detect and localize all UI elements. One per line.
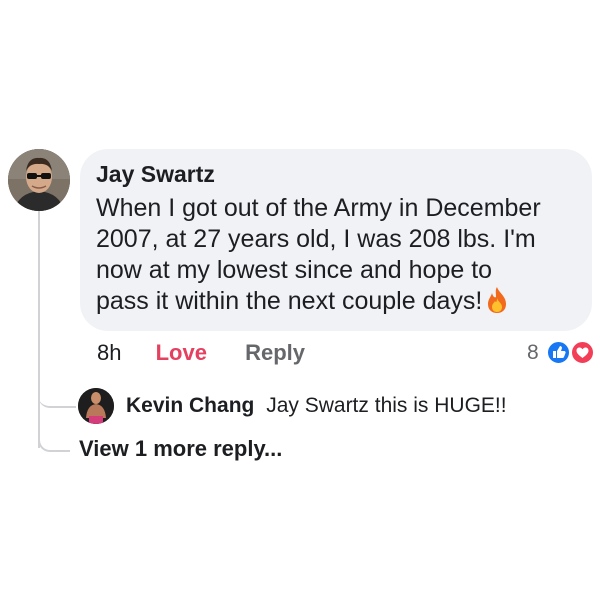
reaction-summary[interactable]: 8 [527,340,595,368]
thread-branch-reply [38,372,76,408]
love-icon [569,340,595,365]
thread-connector-line [38,210,40,448]
thread-branch-view-more [38,420,70,452]
view-more-replies-link[interactable]: View 1 more reply... [79,436,282,462]
fire-icon [484,286,510,314]
comment-line: 2007, at 27 years old, I was 208 lbs. I'… [96,225,536,253]
like-icon [546,340,572,365]
reply-author-name[interactable]: Kevin Chang [126,394,254,417]
reply-avatar[interactable] [78,388,114,424]
comment-line: now at my lowest since and hope to [96,256,493,284]
comment-line: pass it within the next couple days! [96,287,483,315]
comment-line: When I got out of the Army in December [96,194,541,222]
comment-author-name[interactable]: Jay Swartz [96,161,215,188]
reply-button[interactable]: Reply [245,340,305,366]
comment-body: When I got out of the Army in December 2… [96,193,576,317]
avatar[interactable] [8,149,70,211]
reaction-count: 8 [527,340,539,364]
comment-last-line: pass it within the next couple days! [96,286,576,317]
avatar-photo-icon [8,149,70,211]
reply-comment: Kevin Chang Jay Swartz this is HUGE!! [126,394,507,418]
reply-body: Jay Swartz this is HUGE!! [266,394,507,417]
comment-bubble: Jay Swartz When I got out of the Army in… [80,149,592,331]
comment-timestamp[interactable]: 8h [97,340,121,366]
reply-avatar-photo-icon [78,388,114,424]
love-button[interactable]: Love [156,340,207,366]
comment-actions: 8h Love Reply [97,340,305,366]
comment-thread: Jay Swartz When I got out of the Army in… [0,0,600,600]
